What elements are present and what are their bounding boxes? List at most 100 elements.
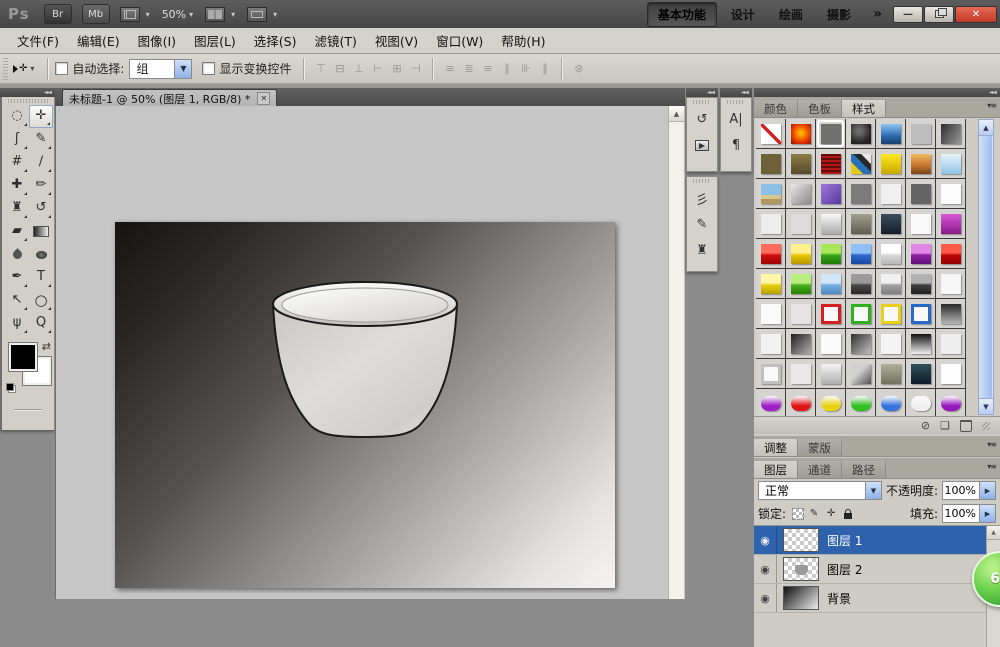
style-swatch-3-4[interactable] (876, 209, 906, 239)
style-swatch-3-3[interactable] (846, 209, 876, 239)
layer-visibility-toggle[interactable]: ◉ (754, 526, 777, 554)
document-vertical-scrollbar[interactable]: ▲ (668, 106, 684, 599)
style-swatch-9-0[interactable] (756, 389, 786, 416)
pen-tool[interactable]: ✒ (5, 266, 29, 289)
menu-item-6[interactable]: 视图(V) (366, 27, 427, 54)
toolbar-collapse-header[interactable]: ◄◄ (0, 88, 55, 97)
style-swatch-3-6[interactable] (936, 209, 966, 239)
style-swatch-8-1[interactable] (786, 359, 816, 389)
style-swatch-2-5[interactable] (906, 179, 936, 209)
style-swatch-9-5[interactable] (906, 389, 936, 416)
style-swatch-7-3[interactable] (846, 329, 876, 359)
style-swatch-8-3[interactable] (846, 359, 876, 389)
style-swatch-9-3[interactable] (846, 389, 876, 416)
style-swatch-1-2[interactable] (816, 149, 846, 179)
layer-visibility-toggle[interactable]: ◉ (754, 555, 777, 583)
actions-panel-icon[interactable]: ▶ (690, 134, 714, 156)
style-swatch-2-1[interactable] (786, 179, 816, 209)
fill-field[interactable]: 100% ▶ (942, 504, 996, 523)
panel-strip1-collapse-header[interactable]: ◄◄ (686, 88, 718, 97)
style-swatch-2-2[interactable] (816, 179, 846, 209)
menu-item-3[interactable]: 图层(L) (185, 27, 245, 54)
style-swatch-6-6[interactable] (936, 299, 966, 329)
layers-panel-menu-icon[interactable]: ▾≡ (987, 462, 996, 471)
paragraph-panel-icon[interactable]: ¶ (724, 134, 748, 156)
style-swatch-2-0[interactable] (756, 179, 786, 209)
more-workspaces-chevron[interactable]: » (873, 6, 882, 22)
workspace-button-摄影[interactable]: 摄影 (817, 3, 861, 26)
options-bar-grip[interactable] (3, 58, 8, 80)
style-swatch-9-6[interactable] (936, 389, 966, 416)
style-swatch-9-4[interactable] (876, 389, 906, 416)
style-swatch-9-1[interactable] (786, 389, 816, 416)
quick-selection-tool[interactable]: ✎ (29, 128, 53, 151)
layers-tab-图层[interactable]: 图层 (754, 461, 798, 478)
history-brush-tool[interactable]: ↺ (29, 197, 53, 220)
style-swatch-0-1[interactable] (786, 119, 816, 149)
chevron-down-icon[interactable]: ▼ (174, 60, 191, 78)
panel-resize-grip[interactable] (982, 422, 990, 430)
new-style-icon[interactable]: ❏ (940, 419, 950, 432)
style-swatch-3-2[interactable] (816, 209, 846, 239)
close-button[interactable]: ✕ (955, 6, 997, 23)
workspace-button-基本功能[interactable]: 基本功能 (647, 2, 717, 27)
minimize-button[interactable]: — (893, 6, 923, 23)
arrange-documents-dropdown-icon[interactable]: ▾ (231, 10, 235, 19)
eyedropper-tool[interactable]: ∕ (29, 151, 53, 174)
clone-source-panel-icon[interactable]: ♜ (690, 239, 714, 261)
styles-scroll-up-icon[interactable]: ▲ (979, 120, 993, 136)
dock-collapse-header[interactable]: ◄◄ (754, 88, 1000, 97)
workspace-button-绘画[interactable]: 绘画 (769, 3, 813, 26)
style-swatch-3-1[interactable] (786, 209, 816, 239)
workspace-button-设计[interactable]: 设计 (721, 3, 765, 26)
burn-tool[interactable] (29, 243, 53, 266)
adjustments-panel-menu-icon[interactable]: ▾≡ (987, 440, 996, 449)
style-swatch-0-6[interactable] (936, 119, 966, 149)
panel-strip2-collapse-header[interactable]: ◄◄ (720, 88, 752, 97)
mini-bridge-button[interactable]: Mb (82, 4, 110, 24)
menu-item-4[interactable]: 选择(S) (245, 27, 306, 54)
style-swatch-0-0[interactable] (756, 119, 786, 149)
zoom-level-dropdown-icon[interactable]: ▾ (189, 10, 193, 19)
style-swatch-5-0[interactable] (756, 269, 786, 299)
style-swatch-7-4[interactable] (876, 329, 906, 359)
style-swatch-5-6[interactable] (936, 269, 966, 299)
zoom-tool[interactable]: Q (29, 312, 53, 335)
style-swatch-3-0[interactable] (756, 209, 786, 239)
swap-colors-icon[interactable]: ⇄ (42, 340, 51, 353)
style-swatch-4-6[interactable] (936, 239, 966, 269)
style-swatch-4-4[interactable] (876, 239, 906, 269)
style-swatch-8-0[interactable] (756, 359, 786, 389)
brush-presets-panel-icon[interactable]: 彡 (690, 187, 714, 209)
style-swatch-4-0[interactable] (756, 239, 786, 269)
style-swatch-0-5[interactable] (906, 119, 936, 149)
style-swatch-9-2[interactable] (816, 389, 846, 416)
arrange-documents-icon[interactable] (205, 6, 227, 22)
style-swatch-8-5[interactable] (906, 359, 936, 389)
view-extras-icon[interactable] (120, 6, 142, 22)
style-swatch-0-2[interactable] (816, 119, 846, 149)
style-swatch-3-5[interactable] (906, 209, 936, 239)
style-swatch-0-3[interactable] (846, 119, 876, 149)
style-swatch-0-4[interactable] (876, 119, 906, 149)
lock-all-icon[interactable] (841, 507, 855, 520)
style-swatch-1-3[interactable] (846, 149, 876, 179)
toolbar-grip[interactable] (8, 99, 48, 103)
style-swatch-6-3[interactable] (846, 299, 876, 329)
style-swatch-6-1[interactable] (786, 299, 816, 329)
brush-panel-icon[interactable]: ✎ (690, 213, 714, 235)
style-swatch-1-6[interactable] (936, 149, 966, 179)
style-swatch-5-2[interactable] (816, 269, 846, 299)
style-swatch-8-2[interactable] (816, 359, 846, 389)
style-swatch-4-2[interactable] (816, 239, 846, 269)
clear-style-icon[interactable]: ⊘ (921, 419, 930, 432)
style-swatch-4-5[interactable] (906, 239, 936, 269)
styles-tab-颜色[interactable]: 颜色 (754, 100, 798, 117)
styles-scrollbar[interactable]: ▲ ▼ (978, 119, 994, 415)
brush-tool[interactable]: ✏ (29, 174, 53, 197)
styles-scroll-thumb[interactable] (980, 136, 992, 398)
canvas[interactable] (115, 222, 615, 588)
delete-style-icon[interactable] (960, 420, 972, 432)
style-swatch-8-6[interactable] (936, 359, 966, 389)
style-swatch-7-0[interactable] (756, 329, 786, 359)
